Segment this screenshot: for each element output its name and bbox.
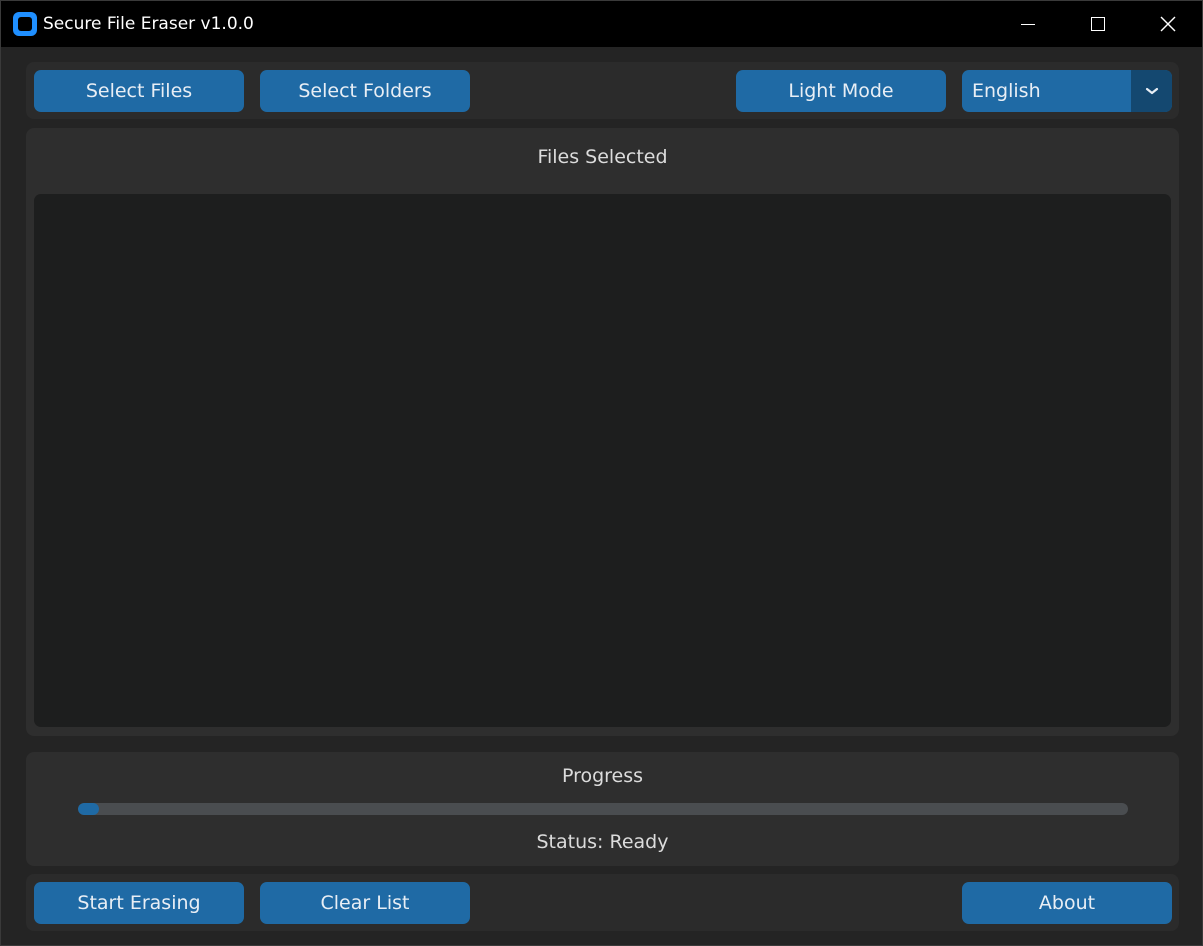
progress-title: Progress: [561, 765, 644, 787]
chevron-down-icon: [1145, 87, 1158, 95]
close-icon: [1160, 16, 1176, 32]
select-folders-button[interactable]: Select Folders: [260, 70, 470, 112]
light-mode-button[interactable]: Light Mode: [736, 70, 946, 112]
maximize-button[interactable]: [1063, 1, 1133, 47]
window-title: Secure File Eraser v1.0.0: [43, 14, 254, 34]
start-erasing-button[interactable]: Start Erasing: [34, 882, 244, 924]
minimize-button[interactable]: [993, 1, 1063, 47]
app-logo-icon: [13, 12, 37, 36]
about-button[interactable]: About: [962, 882, 1172, 924]
maximize-icon: [1091, 17, 1105, 31]
clear-list-button[interactable]: Clear List: [260, 882, 470, 924]
language-select[interactable]: English: [962, 70, 1172, 112]
status-label: Status: Ready: [536, 831, 669, 853]
progress-bar: [78, 803, 1128, 815]
progress-bar-fill: [78, 803, 99, 815]
select-files-button[interactable]: Select Files: [34, 70, 244, 112]
minimize-icon: [1021, 23, 1035, 25]
language-dropdown-button[interactable]: [1131, 70, 1172, 112]
files-panel-title: Files Selected: [537, 146, 668, 168]
app-window: Secure File Eraser v1.0.0 Select Files S…: [0, 0, 1203, 946]
close-button[interactable]: [1133, 1, 1203, 47]
files-list[interactable]: [34, 194, 1171, 727]
title-bar[interactable]: Secure File Eraser v1.0.0: [1, 1, 1202, 47]
language-selected-value: English: [972, 80, 1041, 102]
